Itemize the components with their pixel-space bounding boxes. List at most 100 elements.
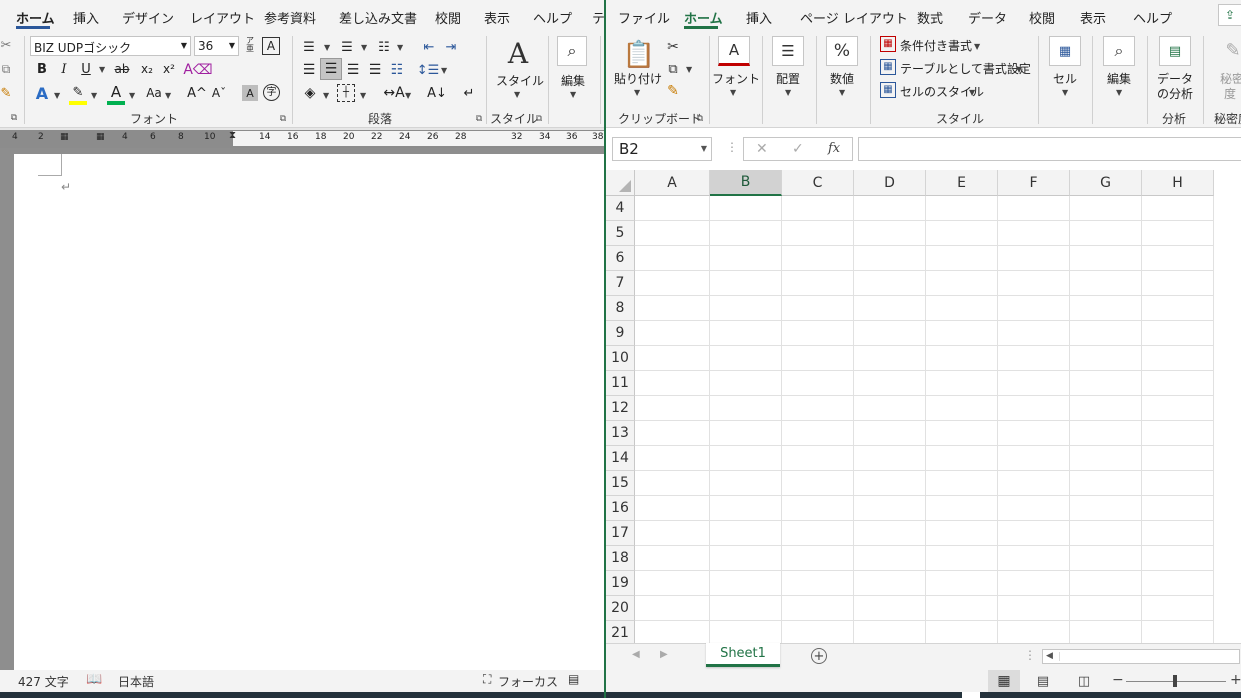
excel-tab-help[interactable]: ヘルプ [1133,8,1172,27]
cell-f5[interactable] [998,221,1070,246]
cell-f8[interactable] [998,296,1070,321]
align-center-icon[interactable]: ☰ [320,58,342,80]
number-format-icon[interactable]: % [826,36,858,66]
cell-g20[interactable] [1070,596,1142,621]
chevron-down-icon[interactable]: ▼ [570,90,576,99]
clipboard-launcher-icon[interactable]: ⧉ [695,114,705,124]
superscript-button[interactable]: x² [159,59,179,79]
column-header-f[interactable]: F [998,170,1070,196]
chevron-down-icon[interactable]: ▼ [969,88,975,97]
excel-tab-review[interactable]: 校閲 [1029,8,1055,27]
search-icon[interactable]: ⌕ [557,36,587,66]
chevron-down-icon[interactable]: ▼ [785,88,791,97]
justify-icon[interactable]: ☰ [366,60,384,80]
cell-f6[interactable] [998,246,1070,271]
align-left-icon[interactable]: ☰ [300,60,318,80]
column-header-g[interactable]: G [1070,170,1142,196]
chevron-down-icon[interactable]: ▼ [54,91,60,100]
character-border-icon[interactable]: A [262,37,280,55]
borders-icon[interactable]: ┼ [337,84,355,102]
clear-formatting-icon[interactable]: A⌫ [183,60,212,80]
cell-d6[interactable] [854,246,926,271]
cell-a14[interactable] [635,446,710,471]
word-tab-layout[interactable]: レイアウト [190,8,255,27]
numbering-icon[interactable]: ☰ [338,38,356,56]
text-direction-icon[interactable]: ↔A [383,82,405,104]
cell-a10[interactable] [635,346,710,371]
cell-a9[interactable] [635,321,710,346]
cell-g10[interactable] [1070,346,1142,371]
formula-input[interactable] [858,137,1241,161]
conditional-format-icon[interactable]: ▦ [880,36,896,52]
cell-b6[interactable] [710,246,782,271]
chevron-down-icon[interactable]: ▼ [441,66,447,75]
sheet-tab-sheet1[interactable]: Sheet1 [706,643,780,667]
cell-e17[interactable] [926,521,998,546]
show-marks-icon[interactable]: ↵ [458,82,480,104]
distributed-icon[interactable]: ☷ [388,60,406,80]
cell-b9[interactable] [710,321,782,346]
word-tab-review[interactable]: 校閲 [435,8,461,27]
cell-c6[interactable] [782,246,854,271]
row-header-16[interactable]: 16 [606,496,635,521]
phonetic-guide-icon[interactable]: ア亜 [243,34,257,56]
row-header-17[interactable]: 17 [606,521,635,546]
cell-e7[interactable] [926,271,998,296]
language-indicator[interactable]: 日本語 [118,673,154,690]
cell-g14[interactable] [1070,446,1142,471]
styles-button-label[interactable]: スタイル [496,72,544,89]
row-header-10[interactable]: 10 [606,346,635,371]
word-tab-help[interactable]: ヘルプ [533,8,572,27]
row-header-9[interactable]: 9 [606,321,635,346]
chevron-down-icon[interactable]: ▼ [686,65,692,74]
cell-d15[interactable] [854,471,926,496]
cell-h11[interactable] [1142,371,1214,396]
cell-g11[interactable] [1070,371,1142,396]
word-tab-references[interactable]: 参考資料 [264,8,316,27]
row-header-8[interactable]: 8 [606,296,635,321]
cell-f19[interactable] [998,571,1070,596]
chevron-down-icon[interactable]: ▼ [129,91,135,100]
cell-e15[interactable] [926,471,998,496]
zoom-out-icon[interactable]: − [1112,672,1124,688]
edit-button-label[interactable]: 編集 [553,72,593,89]
cell-b14[interactable] [710,446,782,471]
cell-d18[interactable] [854,546,926,571]
chevron-down-icon[interactable]: ▼ [165,91,171,100]
cell-g17[interactable] [1070,521,1142,546]
shading-icon[interactable]: ◈ [300,82,320,104]
font-button-label[interactable]: フォント [712,70,760,87]
cell-c20[interactable] [782,596,854,621]
cell-f11[interactable] [998,371,1070,396]
cell-f7[interactable] [998,271,1070,296]
chevron-down-icon[interactable]: ▼ [839,88,845,97]
sensitivity-label-line2[interactable]: 度 [1224,85,1236,102]
cell-a7[interactable] [635,271,710,296]
strikethrough-button[interactable]: ab [112,59,132,79]
shrink-font-button[interactable]: Aˇ [209,83,229,103]
cell-d7[interactable] [854,271,926,296]
column-header-e[interactable]: E [926,170,998,196]
cell-e6[interactable] [926,246,998,271]
alignment-icon[interactable]: ☰ [772,36,804,66]
word-page[interactable]: ↵ [14,154,604,670]
cell-c15[interactable] [782,471,854,496]
cell-h19[interactable] [1142,571,1214,596]
word-tab-view[interactable]: 表示 [484,8,510,27]
cell-f16[interactable] [998,496,1070,521]
read-mode-icon[interactable]: ▤ [568,672,579,686]
chevron-down-icon[interactable]: ▼ [1116,88,1122,97]
name-box[interactable]: B2 ▼ [612,137,712,161]
line-spacing-icon[interactable]: ↕☰ [417,60,440,80]
cell-g18[interactable] [1070,546,1142,571]
word-tab-home[interactable]: ホーム [16,8,55,27]
cell-g16[interactable] [1070,496,1142,521]
cell-e20[interactable] [926,596,998,621]
cell-a16[interactable] [635,496,710,521]
cell-f12[interactable] [998,396,1070,421]
cell-d8[interactable] [854,296,926,321]
format-painter-icon[interactable]: ✎ [664,82,682,100]
paragraph-launcher-icon[interactable]: ⧉ [474,114,484,124]
word-tab-mailings[interactable]: 差し込み文書 [339,8,417,27]
cell-b10[interactable] [710,346,782,371]
